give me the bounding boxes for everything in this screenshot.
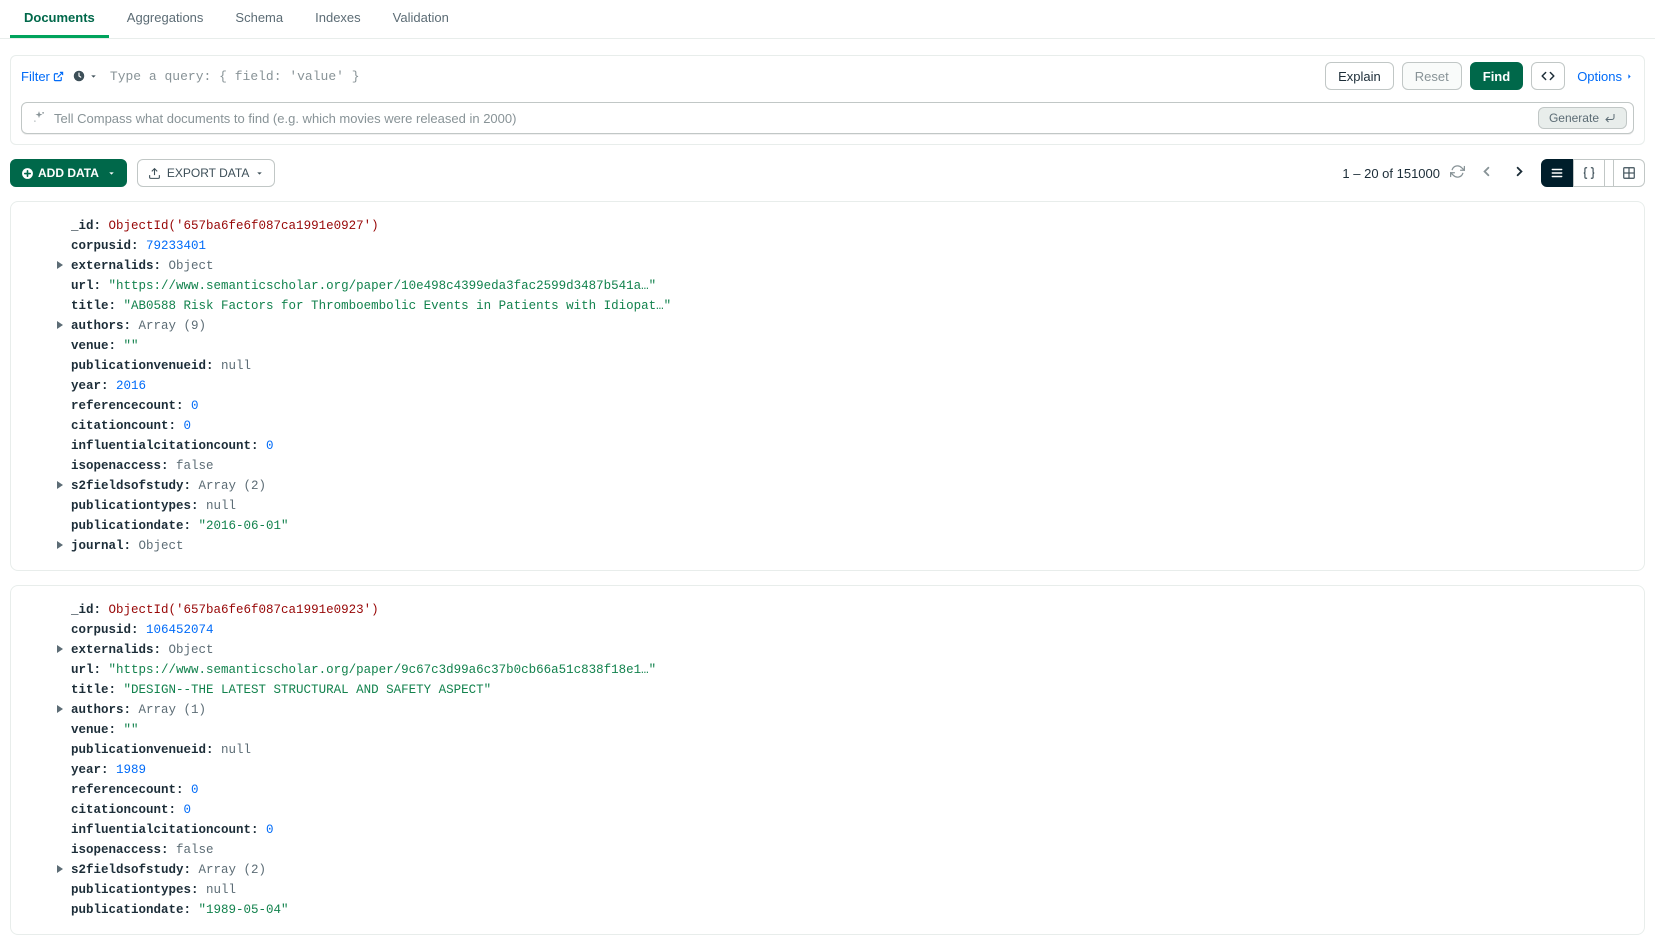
documents-list: _id: ObjectId('657ba6fe6f087ca1991e0927'… [0,201,1655,935]
add-data-button[interactable]: ADD DATA [10,159,127,187]
generate-button[interactable]: Generate [1538,107,1627,129]
tab-schema[interactable]: Schema [221,0,297,38]
chevron-left-icon [1479,164,1494,179]
chevron-right-icon [1512,164,1527,179]
view-table-button[interactable] [1613,159,1645,187]
reset-button[interactable]: Reset [1402,62,1462,90]
next-page-button[interactable] [1508,160,1531,186]
generate-label: Generate [1549,111,1599,125]
ai-query-input[interactable] [54,111,1538,126]
field-value: 0 [266,823,274,837]
find-button[interactable]: Find [1470,62,1523,90]
field-value: 0 [191,783,199,797]
view-list-button[interactable] [1541,159,1573,187]
field-value[interactable]: Object [169,259,214,273]
code-toggle-button[interactable] [1531,62,1565,90]
query-input[interactable] [106,65,1317,88]
field-value: "AB0588 Risk Factors for Thromboembolic … [124,299,672,313]
caret-right-icon [1625,72,1634,81]
ai-query-row: Generate [21,102,1634,134]
document-card[interactable]: _id: ObjectId('657ba6fe6f087ca1991e0927'… [10,201,1645,571]
list-icon [1550,166,1564,180]
paging-text: 1 – 20 of 151000 [1342,166,1440,181]
plus-circle-icon [21,167,34,180]
filter-label: Filter [21,69,50,84]
refresh-button[interactable] [1450,164,1465,182]
field-value: 0 [266,439,274,453]
sparkle-icon [32,110,46,127]
tab-documents[interactable]: Documents [10,0,109,38]
caret-down-icon [107,169,116,178]
field-value: "2016-06-01" [199,519,289,533]
options-label: Options [1577,69,1622,84]
view-toggle [1541,159,1645,187]
field-value: "" [124,723,139,737]
view-json-button[interactable] [1573,159,1605,187]
enter-icon [1604,112,1616,124]
field-value: null [221,359,251,373]
field-value: 2016 [116,379,146,393]
options-link[interactable]: Options [1577,69,1634,84]
field-value: null [206,883,236,897]
refresh-icon [1450,164,1465,179]
filter-link[interactable]: Filter [21,69,64,84]
field-value: "DESIGN--THE LATEST STRUCTURAL AND SAFET… [124,683,492,697]
tabs-bar: Documents Aggregations Schema Indexes Va… [0,0,1655,39]
caret-down-icon [89,72,98,81]
field-value: ObjectId('657ba6fe6f087ca1991e0923') [109,603,379,617]
document-card[interactable]: _id: ObjectId('657ba6fe6f087ca1991e0923'… [10,585,1645,935]
open-external-icon [53,71,64,82]
history-button[interactable] [72,69,98,83]
field-value: "" [124,339,139,353]
tab-validation[interactable]: Validation [379,0,463,38]
field-value: null [206,499,236,513]
field-value: null [221,743,251,757]
field-value: "https://www.semanticscholar.org/paper/1… [109,279,657,293]
field-value: 79233401 [146,239,206,253]
clock-icon [72,69,86,83]
caret-down-icon [255,169,264,178]
field-value[interactable]: Array (2) [199,479,267,493]
field-value: 1989 [116,763,146,777]
field-value: "1989-05-04" [199,903,289,917]
field-value: "https://www.semanticscholar.org/paper/9… [109,663,657,677]
export-icon [148,167,161,180]
toolbar: ADD DATA EXPORT DATA 1 – 20 of 151000 [0,145,1655,201]
field-value[interactable]: Array (2) [199,863,267,877]
explain-button[interactable]: Explain [1325,62,1394,90]
export-data-button[interactable]: EXPORT DATA [137,159,275,187]
field-value: 0 [184,419,192,433]
field-value: 106452074 [146,623,214,637]
prev-page-button[interactable] [1475,160,1498,186]
field-value[interactable]: Object [139,539,184,553]
export-data-label: EXPORT DATA [167,166,249,180]
query-section: Filter Explain Reset Find Options Genera… [10,55,1645,145]
tab-aggregations[interactable]: Aggregations [113,0,218,38]
field-value[interactable]: Array (9) [139,319,207,333]
code-icon [1540,69,1556,83]
field-value: false [176,843,214,857]
field-value: false [176,459,214,473]
add-data-label: ADD DATA [38,166,99,180]
field-value: ObjectId('657ba6fe6f087ca1991e0927') [109,219,379,233]
field-value[interactable]: Object [169,643,214,657]
field-value[interactable]: Array (1) [139,703,207,717]
field-value: 0 [184,803,192,817]
field-value: 0 [191,399,199,413]
tab-indexes[interactable]: Indexes [301,0,375,38]
braces-icon [1582,166,1596,180]
table-icon [1622,166,1636,180]
